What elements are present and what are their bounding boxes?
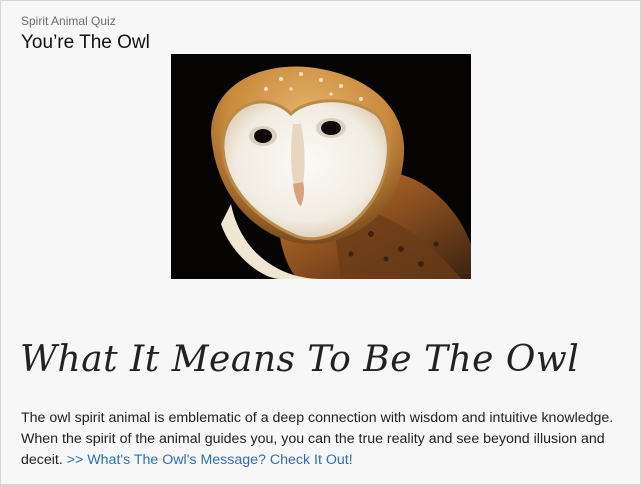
owl-illustration [171,54,471,279]
quiz-kicker: Spirit Animal Quiz [21,14,116,28]
result-title: You’re The Owl [21,32,150,53]
owl-message-link[interactable]: >> What's The Owl's Message? Check It Ou… [67,452,353,468]
section-heading: What It Means To Be The Owl [20,339,580,380]
section-body: The owl spirit animal is emblematic of a… [21,408,626,471]
owl-photo [171,54,471,279]
